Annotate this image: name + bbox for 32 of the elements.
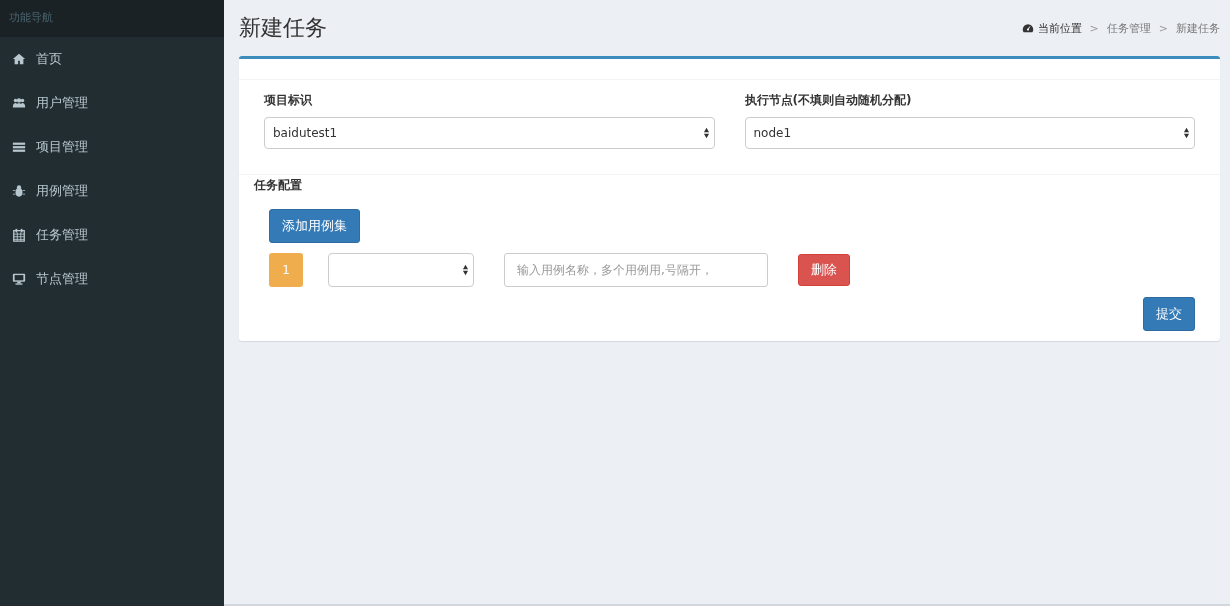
home-icon: [12, 52, 26, 66]
add-case-set-button[interactable]: 添加用例集: [269, 209, 360, 243]
section-label: 任务配置: [254, 177, 303, 194]
sidebar-item[interactable]: 用例管理: [0, 169, 224, 213]
sidebar-item[interactable]: 用户管理: [0, 81, 224, 125]
breadcrumb-separator: >: [1158, 21, 1168, 35]
index-badge: 1: [269, 253, 303, 287]
field-label: 项目标识: [264, 92, 313, 109]
sidebar-item[interactable]: 首页: [0, 37, 224, 81]
users-icon: [12, 96, 26, 110]
submit-button[interactable]: 提交: [1143, 297, 1195, 331]
sidebar-item[interactable]: 任务管理: [0, 213, 224, 257]
page-title: 新建任务: [239, 14, 327, 42]
input-field[interactable]: 输入用例名称，多个用例用,号隔开，: [504, 253, 768, 287]
dashboard-icon: [1021, 22, 1034, 34]
field-label: 执行节点(不填则自动随机分配): [744, 92, 913, 109]
list-icon: [12, 140, 26, 154]
sidebar-item[interactable]: 项目管理: [0, 125, 224, 169]
sidebar-item[interactable]: 节点管理: [0, 257, 224, 301]
breadcrumb-separator: >: [1089, 21, 1099, 35]
bug-icon: [12, 184, 26, 198]
select-field[interactable]: [328, 253, 474, 287]
sort-arrows-icon: [702, 127, 710, 139]
delete-button[interactable]: 删除: [798, 254, 850, 286]
breadcrumb-link[interactable]: 任务管理: [1106, 20, 1151, 36]
sort-arrows-icon: [1183, 127, 1190, 139]
calendar-icon: [12, 228, 26, 242]
select-field[interactable]: baidutest1: [264, 117, 715, 149]
sort-arrows-icon: [462, 264, 469, 276]
select-field[interactable]: node1: [744, 117, 1195, 149]
monitor-icon: [12, 272, 26, 286]
breadcrumb-link[interactable]: 当前位置: [1037, 20, 1082, 36]
